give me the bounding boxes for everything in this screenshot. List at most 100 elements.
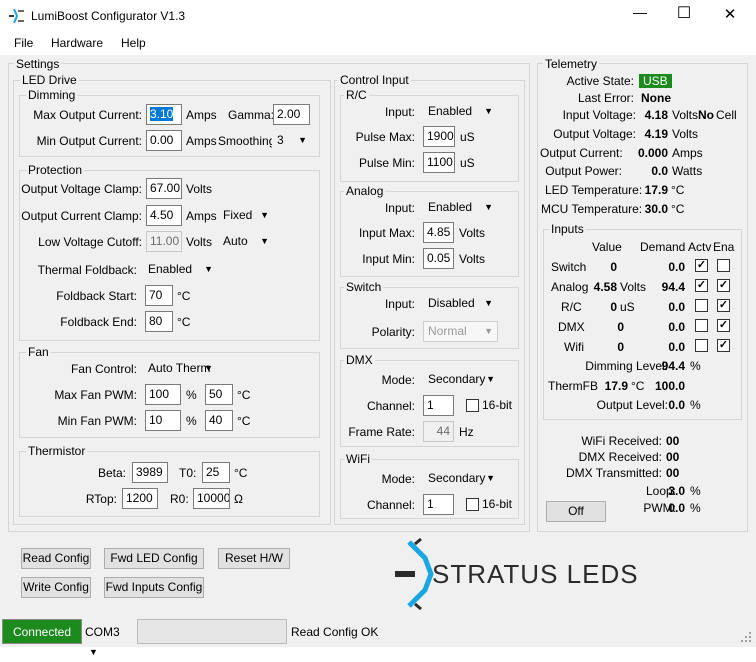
- dmx-received-label: DMX Received:: [578, 450, 662, 464]
- fan-control-select[interactable]: Auto Therm ▼: [143, 358, 218, 379]
- wifi-mode-label: Mode:: [381, 472, 415, 486]
- pwm-unit: %: [690, 501, 701, 515]
- oc-clamp-unit: Amps: [186, 209, 217, 223]
- smoothing-select[interactable]: 3 ▼: [272, 130, 312, 151]
- menu-file[interactable]: File: [14, 36, 33, 50]
- foldback-start-unit: °C: [177, 289, 191, 303]
- analog-input-label: Input:: [384, 201, 415, 215]
- led-drive-legend: LED Drive: [20, 73, 79, 87]
- input-actv-checkbox[interactable]: [695, 299, 708, 312]
- switch-input-select[interactable]: Disabled ▼: [423, 293, 498, 314]
- wifi-channel-label: Channel:: [366, 498, 415, 512]
- control-input-legend: Control Input: [338, 73, 411, 87]
- input-actv-checkbox[interactable]: [695, 319, 708, 332]
- dmx-mode-select[interactable]: Secondary ▼: [423, 369, 500, 390]
- menu-help[interactable]: Help: [121, 36, 146, 50]
- progress-bar: [137, 619, 287, 644]
- input-ena-checkbox[interactable]: ✓: [717, 339, 730, 352]
- t0-input[interactable]: 25: [202, 462, 230, 483]
- oc-mode-select[interactable]: Fixed ▼: [218, 205, 274, 226]
- wifi-mode-select[interactable]: Secondary ▼: [423, 468, 500, 489]
- wifi-channel-input[interactable]: 1: [423, 494, 454, 515]
- write-config-button[interactable]: Write Config: [21, 577, 91, 598]
- frame-rate-input[interactable]: 44: [423, 421, 454, 442]
- pulse-min-input[interactable]: 1100: [423, 152, 455, 173]
- rc-input-select[interactable]: Enabled ▼: [423, 101, 498, 122]
- input-ena-checkbox[interactable]: ✓: [717, 299, 730, 312]
- max-output-current-input[interactable]: 3.10: [146, 104, 182, 125]
- polarity-label: Polarity:: [371, 325, 415, 339]
- status-bar: Connected COM3 ▼ Read Config OK: [0, 617, 756, 657]
- output-power-label: Output Power:: [545, 164, 622, 178]
- analog-input-select[interactable]: Enabled ▼: [423, 197, 498, 218]
- polarity-select[interactable]: Normal ▼: [423, 321, 498, 342]
- chevron-down-icon: ▼: [260, 210, 269, 220]
- reset-hw-button[interactable]: Reset H/W: [218, 548, 290, 569]
- chevron-down-icon: ▼: [484, 298, 493, 308]
- resize-grip-icon[interactable]: [740, 631, 752, 643]
- foldback-end-input[interactable]: 80: [145, 311, 173, 332]
- loop-unit: %: [690, 484, 701, 498]
- dmx-received-value: 00: [666, 450, 680, 464]
- max-fan-pwm-input[interactable]: 100: [145, 384, 181, 405]
- foldback-start-input[interactable]: 70: [145, 285, 173, 306]
- read-config-button[interactable]: Read Config: [21, 548, 91, 569]
- rtop-input[interactable]: 1200: [122, 488, 158, 509]
- chevron-down-icon: ▼: [486, 473, 495, 483]
- min-fan-temp-input[interactable]: 40: [205, 410, 233, 431]
- pulse-max-input[interactable]: 1900: [423, 126, 455, 147]
- max-fan-temp-input[interactable]: 50: [205, 384, 233, 405]
- dmx-transmitted-value: 00: [666, 466, 680, 480]
- input-min-input[interactable]: 0.05: [423, 248, 454, 269]
- thermfb-label: ThermFB: [548, 379, 599, 393]
- led-temp-unit: °C: [671, 183, 685, 197]
- menu-hardware[interactable]: Hardware: [51, 36, 103, 50]
- input-ena-checkbox[interactable]: ✓: [717, 319, 730, 332]
- thermistor-legend: Thermistor: [26, 444, 88, 458]
- oc-clamp-input[interactable]: 4.50: [146, 205, 182, 226]
- input-ena-checkbox[interactable]: [717, 259, 730, 272]
- input-demand: 0.0: [668, 340, 685, 354]
- pulse-max-unit: uS: [460, 130, 475, 144]
- dmx-channel-input[interactable]: 1: [423, 395, 454, 416]
- off-button[interactable]: Off: [546, 501, 606, 522]
- output-voltage-label: Output Voltage:: [553, 127, 636, 141]
- gamma-input[interactable]: 2.00: [273, 104, 310, 125]
- fan-control-label: Fan Control:: [70, 362, 137, 376]
- fwd-inputs-config-button[interactable]: Fwd Inputs Config: [104, 577, 204, 598]
- close-button[interactable]: ✕: [710, 5, 750, 23]
- fan-control-value: Auto Therm: [148, 361, 211, 375]
- wifi-16bit-checkbox[interactable]: [466, 498, 479, 511]
- status-message: Read Config OK: [291, 625, 379, 639]
- dmx-16bit-checkbox[interactable]: [466, 399, 479, 412]
- active-state-badge: USB: [639, 74, 672, 88]
- min-fan-pwm-input[interactable]: 10: [145, 410, 181, 431]
- input-actv-checkbox[interactable]: [695, 339, 708, 352]
- port-select[interactable]: COM3 ▼: [85, 623, 133, 657]
- settings-legend: Settings: [14, 57, 62, 71]
- input-ena-checkbox[interactable]: ✓: [717, 279, 730, 292]
- beta-input[interactable]: 3989: [132, 462, 168, 483]
- output-current-unit: Amps: [672, 146, 703, 160]
- r0-unit: Ω: [234, 492, 243, 506]
- r0-input[interactable]: 10000: [193, 488, 230, 509]
- maximize-button[interactable]: ☐: [664, 3, 704, 23]
- minimize-button[interactable]: —: [620, 4, 660, 20]
- input-actv-checkbox[interactable]: ✓: [695, 259, 708, 272]
- wifi-legend: WiFi: [344, 452, 372, 466]
- fwd-led-config-button[interactable]: Fwd LED Config: [104, 548, 204, 569]
- chevron-down-icon: ▼: [298, 135, 307, 145]
- thermal-foldback-select[interactable]: Enabled ▼: [143, 259, 218, 280]
- min-output-current-input[interactable]: 0.00: [146, 130, 182, 151]
- thermfb-temp-unit: °C: [631, 379, 645, 393]
- foldback-start-label: Foldback Start:: [56, 289, 137, 303]
- ov-clamp-input[interactable]: 67.00: [146, 178, 182, 199]
- input-actv-checkbox[interactable]: ✓: [695, 279, 708, 292]
- lv-cutoff-input[interactable]: 11.00: [146, 231, 182, 252]
- dmx-transmitted-label: DMX Transmitted:: [565, 466, 662, 480]
- lv-mode-select[interactable]: Auto ▼: [218, 231, 274, 252]
- input-max-input[interactable]: 4.85: [423, 222, 454, 243]
- stratus-logo-text: STRATUS LEDS: [432, 559, 639, 589]
- pulse-min-unit: uS: [460, 156, 475, 170]
- oc-mode-value: Fixed: [223, 208, 253, 222]
